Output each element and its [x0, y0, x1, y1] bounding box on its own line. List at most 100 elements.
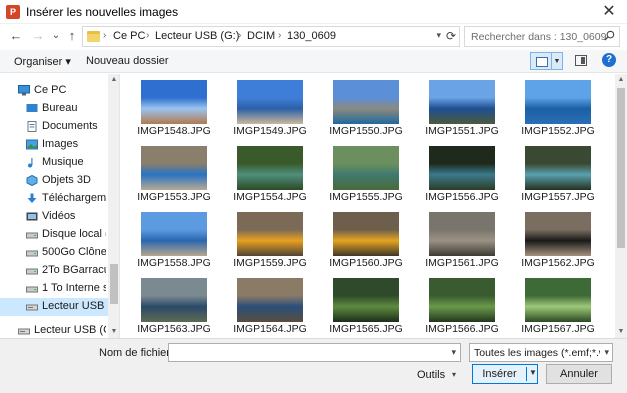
sidebar-item-label: 500Go Clône de	[42, 246, 106, 258]
sidebar-item[interactable]: Bureau	[0, 100, 108, 118]
address-dropdown-icon[interactable]: ▾	[436, 30, 441, 41]
photo-thumbnail[interactable]	[429, 212, 495, 256]
file-list-scrollbar[interactable]: ▲ ▼	[615, 74, 627, 338]
new-folder-button[interactable]: Nouveau dossier	[86, 55, 169, 67]
file-tile[interactable]: IMGP1566.JPG	[419, 272, 503, 338]
file-name: IMGP1548.JPG	[137, 125, 211, 137]
file-tile[interactable]: IMGP1567.JPG	[515, 272, 599, 338]
pc-icon	[18, 85, 30, 96]
photo-thumbnail[interactable]	[429, 146, 495, 190]
breadcrumb-ce-pc[interactable]: Ce PC	[113, 30, 145, 42]
sidebar-item[interactable]: Téléchargement	[0, 190, 108, 208]
folder-icon	[87, 31, 100, 42]
file-tile[interactable]: IMGP1548.JPG	[131, 74, 215, 140]
sidebar-item[interactable]: Documents	[0, 118, 108, 136]
breadcrumb-separator: ›	[238, 30, 242, 41]
scroll-up-arrow-icon[interactable]: ▲	[108, 74, 119, 86]
file-tile[interactable]: IMGP1556.JPG	[419, 140, 503, 206]
sidebar-item[interactable]: Musique	[0, 154, 108, 172]
breadcrumb-separator: ›	[278, 30, 282, 41]
sidebar-item[interactable]: Images	[0, 136, 108, 154]
photo-thumbnail[interactable]	[525, 80, 591, 124]
refresh-icon[interactable]: ⟳	[446, 29, 456, 43]
sidebar-item[interactable]: 500Go Clône de	[0, 244, 108, 262]
help-icon[interactable]: ?	[602, 53, 616, 67]
filename-dropdown-icon[interactable]: ▾	[451, 347, 456, 358]
photo-thumbnail[interactable]	[333, 146, 399, 190]
file-tile[interactable]: IMGP1558.JPG	[131, 206, 215, 272]
file-tile[interactable]: IMGP1555.JPG	[323, 140, 407, 206]
file-tile[interactable]: IMGP1559.JPG	[227, 206, 311, 272]
file-tile[interactable]: IMGP1560.JPG	[323, 206, 407, 272]
file-tile[interactable]: IMGP1564.JPG	[227, 272, 311, 338]
file-tile[interactable]: IMGP1554.JPG	[227, 140, 311, 206]
file-tile[interactable]: IMGP1552.JPG	[515, 74, 599, 140]
photo-thumbnail[interactable]	[333, 278, 399, 322]
file-tile[interactable]: IMGP1549.JPG	[227, 74, 311, 140]
photo-thumbnail[interactable]	[525, 146, 591, 190]
sidebar-item-label: 1 To Interne sauv	[42, 282, 106, 294]
sidebar-item[interactable]: 2To BGarracuda	[0, 262, 108, 280]
photo-thumbnail[interactable]	[141, 80, 207, 124]
sidebar-item[interactable]: Disque local (C:)	[0, 226, 108, 244]
filename-field[interactable]: ▾	[168, 343, 461, 362]
close-icon[interactable]: ✕	[599, 2, 619, 22]
sidebar-item[interactable]: Lecteur USB (G:)	[0, 298, 108, 316]
search-icon[interactable]	[604, 30, 615, 41]
sidebar-item[interactable]: Vidéos	[0, 208, 108, 226]
insert-button[interactable]: Insérer ▼	[472, 364, 538, 384]
search-input[interactable]: Rechercher dans : 130_0609	[464, 26, 620, 47]
sidebar-item-label: 2To BGarracuda	[42, 264, 106, 276]
photo-thumbnail[interactable]	[333, 80, 399, 124]
file-tile[interactable]: IMGP1561.JPG	[419, 206, 503, 272]
sidebar-item[interactable]: 1 To Interne sauv	[0, 280, 108, 298]
breadcrumb-dcim[interactable]: DCIM	[247, 30, 275, 42]
tools-menu-button[interactable]: Outils	[417, 369, 445, 381]
file-tile[interactable]: IMGP1553.JPG	[131, 140, 215, 206]
back-arrow-icon[interactable]: ←	[8, 28, 24, 44]
file-type-select[interactable]: Toutes les images (*.emf;*.wmf ▾	[469, 343, 613, 362]
preview-pane-icon[interactable]	[575, 55, 587, 66]
scroll-down-arrow-icon[interactable]: ▼	[615, 326, 627, 338]
photo-thumbnail[interactable]	[141, 212, 207, 256]
cancel-button[interactable]: Annuler	[546, 364, 612, 384]
view-options-chevron-icon[interactable]: ▼	[552, 52, 563, 70]
photo-thumbnail[interactable]	[429, 80, 495, 124]
photo-thumbnail[interactable]	[141, 146, 207, 190]
photo-thumbnail[interactable]	[237, 146, 303, 190]
photo-thumbnail[interactable]	[525, 212, 591, 256]
photo-thumbnail[interactable]	[525, 278, 591, 322]
sidebar-item[interactable]: Lecteur USB (G:)	[0, 322, 108, 338]
file-tile[interactable]: IMGP1557.JPG	[515, 140, 599, 206]
file-tile[interactable]: IMGP1551.JPG	[419, 74, 503, 140]
file-tile[interactable]: IMGP1562.JPG	[515, 206, 599, 272]
file-tile[interactable]: IMGP1563.JPG	[131, 272, 215, 338]
sidebar-item[interactable]: Ce PC	[0, 82, 108, 100]
photo-thumbnail[interactable]	[237, 278, 303, 322]
search-placeholder: Rechercher dans : 130_0609	[471, 31, 607, 43]
address-bar[interactable]: › Ce PC › Lecteur USB (G:) › DCIM › 130_…	[82, 26, 460, 47]
scroll-down-arrow-icon[interactable]: ▼	[108, 326, 119, 338]
sidebar-item[interactable]: Objets 3D	[0, 172, 108, 190]
sidebar-scrollbar[interactable]: ▲ ▼	[108, 74, 119, 338]
file-list-scroll-thumb[interactable]	[617, 88, 625, 248]
organize-menu-button[interactable]: Organiser ▾	[14, 55, 71, 68]
breadcrumb-current-folder[interactable]: 130_0609	[287, 30, 336, 42]
file-tile[interactable]: IMGP1550.JPG	[323, 74, 407, 140]
photo-thumbnail[interactable]	[429, 278, 495, 322]
photo-thumbnail[interactable]	[141, 278, 207, 322]
file-tile[interactable]: IMGP1565.JPG	[323, 272, 407, 338]
file-type-dropdown-icon[interactable]: ▾	[604, 347, 609, 358]
sidebar-scroll-thumb[interactable]	[110, 264, 118, 304]
change-view-icon[interactable]	[530, 52, 552, 70]
insert-options-chevron-icon[interactable]: ▼	[529, 368, 537, 377]
photo-thumbnail[interactable]	[237, 212, 303, 256]
photo-thumbnail[interactable]	[237, 80, 303, 124]
up-arrow-icon[interactable]: ↑	[64, 28, 80, 44]
breadcrumb-usb-drive[interactable]: Lecteur USB (G:)	[155, 30, 239, 42]
tools-dropdown-icon[interactable]: ▾	[452, 370, 456, 379]
forward-arrow-icon[interactable]: →	[30, 28, 46, 44]
recent-locations-chevron-icon[interactable]: ⌄	[48, 28, 64, 44]
scroll-up-arrow-icon[interactable]: ▲	[615, 74, 627, 86]
photo-thumbnail[interactable]	[333, 212, 399, 256]
